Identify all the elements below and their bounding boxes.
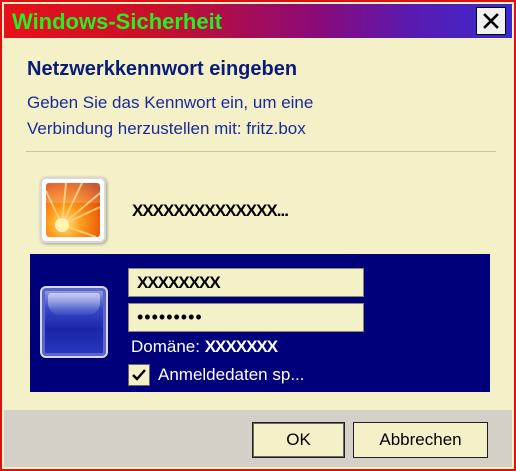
saved-credential-name[interactable]: XXXXXXXXXXXXXX...: [132, 201, 289, 221]
divider: [26, 151, 496, 152]
close-button[interactable]: [476, 7, 506, 35]
domain-text: Domäne: XXXXXXX: [131, 337, 278, 357]
domain-value: XXXXXXX: [204, 337, 278, 356]
user-tile-icon: [40, 286, 108, 358]
dialog-heading: Netzwerkkennwort eingeben: [27, 58, 298, 80]
description-line-1: Geben Sie das Kennwort ein, um eine: [27, 93, 314, 112]
cancel-button[interactable]: Abbrechen: [353, 422, 488, 458]
security-dialog: Windows-Sicherheit Netzwerkkennwort eing…: [0, 0, 516, 471]
domain-label: Domäne:: [131, 337, 200, 356]
remember-credentials[interactable]: Anmeldedaten sp...: [128, 363, 304, 387]
remember-checkbox[interactable]: [128, 364, 150, 386]
username-field[interactable]: XXXXXXXX: [128, 268, 364, 297]
password-field[interactable]: •••••••••: [128, 303, 364, 332]
dialog-description: Geben Sie das Kennwort ein, um eine Verb…: [27, 90, 497, 142]
dialog-footer: OK Abbrechen: [4, 410, 512, 467]
saved-credential-tile[interactable]: [40, 177, 106, 243]
description-line-2: Verbindung herzustellen mit: fritz.box: [27, 119, 306, 138]
flower-user-icon: [46, 183, 100, 237]
checkmark-icon: [132, 369, 146, 381]
close-icon: [482, 12, 500, 30]
remember-label: Anmeldedaten sp...: [158, 365, 305, 384]
ok-button[interactable]: OK: [252, 422, 345, 458]
window-title: Windows-Sicherheit: [12, 9, 223, 34]
title-bar[interactable]: Windows-Sicherheit: [4, 4, 512, 38]
